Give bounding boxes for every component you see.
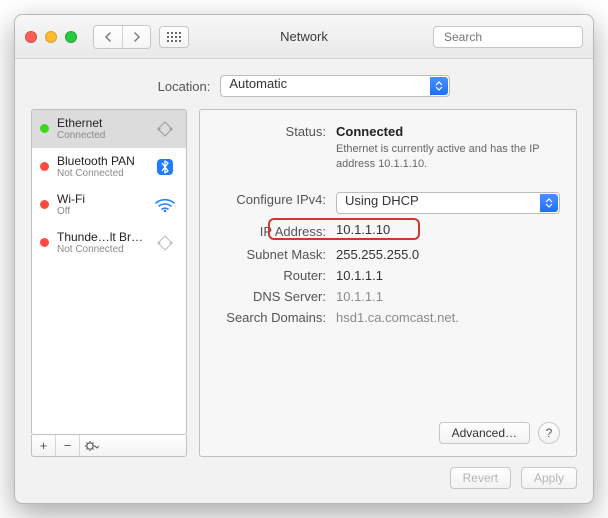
status-value: Connected: [336, 124, 403, 139]
location-popup[interactable]: Automatic: [220, 75, 450, 97]
status-dot-icon: [40, 200, 49, 209]
search-field[interactable]: [433, 26, 583, 48]
service-status: Connected: [57, 130, 144, 141]
location-row: Location: Automatic: [15, 59, 593, 109]
remove-service-button[interactable]: −: [56, 435, 80, 456]
help-button[interactable]: ?: [538, 422, 560, 444]
grid-icon: [167, 32, 181, 42]
nav-back-forward: [93, 25, 151, 49]
service-name: Bluetooth PAN: [57, 154, 144, 168]
ip-address-row: IP Address:10.1.1.10: [216, 220, 560, 241]
search-domains-value: hsd1.ca.comcast.net.: [336, 310, 560, 325]
ethernet-icon: [152, 119, 178, 139]
service-ethernet[interactable]: Ethernet Connected: [32, 110, 186, 148]
search-input[interactable]: [444, 30, 599, 44]
back-button[interactable]: [94, 26, 122, 48]
status-dot-icon: [40, 238, 49, 247]
advanced-row: Advanced… ?: [216, 422, 560, 444]
zoom-button[interactable]: [65, 31, 77, 43]
search-domains-label: Search Domains:: [216, 310, 336, 325]
service-status: Not Connected: [57, 244, 144, 255]
close-button[interactable]: [25, 31, 37, 43]
thunderbolt-bridge-icon: [152, 233, 178, 253]
service-name: Thunde…lt Bridge: [57, 230, 144, 244]
bluetooth-icon: [152, 157, 178, 177]
dns-server-row: DNS Server: 10.1.1.1: [216, 289, 560, 304]
configure-ipv4-row: Configure IPv4: Using DHCP: [216, 192, 560, 214]
gear-icon: [84, 440, 100, 452]
window-controls: [25, 31, 77, 43]
dns-server-value: 10.1.1.1: [336, 289, 560, 304]
subnet-mask-label: Subnet Mask:: [216, 247, 336, 262]
services-list: Ethernet Connected Bluetooth PAN Not Con…: [31, 109, 187, 435]
status-label: Status:: [216, 124, 336, 139]
sidebar-wrap: Ethernet Connected Bluetooth PAN Not Con…: [31, 109, 187, 457]
location-value: Automatic: [221, 76, 313, 96]
service-name: Wi-Fi: [57, 192, 144, 206]
router-value: 10.1.1.1: [336, 268, 560, 283]
popup-arrows-icon: [540, 194, 558, 212]
location-label: Location:: [158, 79, 211, 94]
configure-ipv4-popup[interactable]: Using DHCP: [336, 192, 560, 214]
service-detail-pane: Status: Connected Ethernet is currently …: [199, 109, 577, 457]
service-status: Not Connected: [57, 168, 144, 179]
router-row: Router: 10.1.1.1: [216, 268, 560, 283]
status-dot-icon: [40, 162, 49, 171]
wifi-icon: [152, 195, 178, 215]
minimize-button[interactable]: [45, 31, 57, 43]
configure-ipv4-label: Configure IPv4:: [216, 192, 336, 207]
titlebar: Network: [15, 15, 593, 59]
revert-button[interactable]: Revert: [450, 467, 511, 489]
add-service-button[interactable]: +: [32, 435, 56, 456]
ip-address-value: 10.1.1.10: [336, 222, 560, 237]
service-bluetooth-pan[interactable]: Bluetooth PAN Not Connected: [32, 148, 186, 186]
forward-button[interactable]: [122, 26, 150, 48]
show-all-button[interactable]: [159, 26, 189, 48]
network-prefpane-window: Network Location: Automatic Et: [14, 14, 594, 504]
search-domains-row: Search Domains: hsd1.ca.comcast.net.: [216, 310, 560, 325]
service-name: Ethernet: [57, 116, 144, 130]
router-label: Router:: [216, 268, 336, 283]
advanced-button[interactable]: Advanced…: [439, 422, 530, 444]
apply-button[interactable]: Apply: [521, 467, 577, 489]
main-panes: Ethernet Connected Bluetooth PAN Not Con…: [15, 109, 593, 467]
popup-arrows-icon: [430, 77, 448, 95]
dns-server-label: DNS Server:: [216, 289, 336, 304]
service-status: Off: [57, 206, 144, 217]
ip-address-label: IP Address:: [216, 222, 336, 241]
subnet-mask-row: Subnet Mask: 255.255.255.0: [216, 247, 560, 262]
chevron-left-icon: [104, 32, 112, 42]
status-row: Status: Connected Ethernet is currently …: [216, 124, 560, 172]
service-thunderbolt-bridge[interactable]: Thunde…lt Bridge Not Connected: [32, 224, 186, 262]
footer-buttons: Revert Apply: [15, 467, 593, 503]
service-wifi[interactable]: Wi-Fi Off: [32, 186, 186, 224]
status-description: Ethernet is currently active and has the…: [336, 142, 560, 172]
configure-ipv4-value: Using DHCP: [337, 193, 445, 213]
services-toolbar: + −: [31, 435, 187, 457]
services-action-menu[interactable]: [80, 435, 104, 456]
subnet-mask-value: 255.255.255.0: [336, 247, 560, 262]
chevron-right-icon: [133, 32, 141, 42]
status-dot-icon: [40, 124, 49, 133]
